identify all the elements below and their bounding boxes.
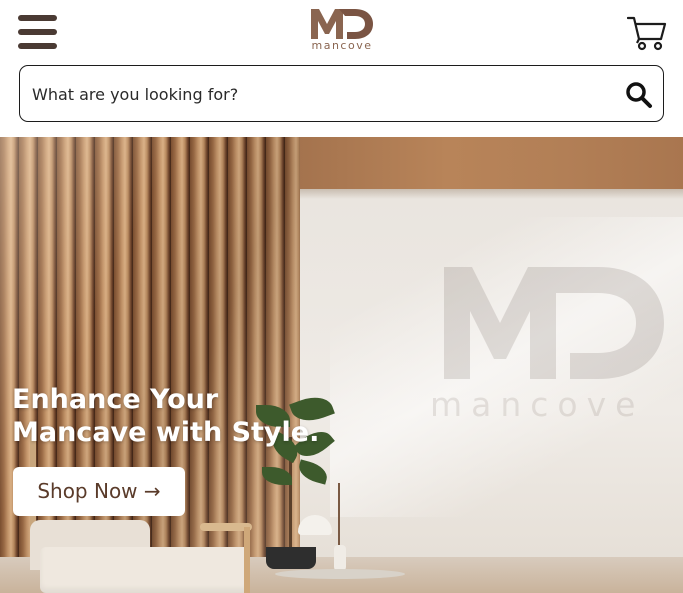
hero-wood-ceiling: [290, 137, 683, 189]
hero-title-line-1: Enhance Your: [12, 384, 219, 415]
brand-logo[interactable]: mancove: [303, 6, 381, 56]
vase-branches: [338, 483, 340, 545]
hero-title-line-2: Mancave with Style.: [12, 417, 320, 448]
logo-wordmark: mancove: [311, 39, 373, 52]
table-lamp: [298, 515, 332, 535]
search-input[interactable]: [32, 80, 592, 108]
vase: [334, 545, 346, 571]
site-header: mancove: [0, 0, 683, 60]
shop-now-button[interactable]: Shop Now →: [13, 467, 185, 516]
search-icon[interactable]: [625, 81, 653, 109]
hero-title: Enhance Your Mancave with Style.: [12, 383, 372, 449]
logo-monogram: [311, 9, 373, 39]
hero-watermark-wordmark: mancove: [430, 385, 645, 424]
search-bar: [19, 65, 664, 122]
side-table: [275, 569, 405, 579]
shopping-cart-icon[interactable]: [626, 15, 667, 51]
hero-banner: mancove Enhance Your Mancave with Style.…: [0, 137, 683, 593]
hamburger-menu-icon[interactable]: [18, 15, 57, 49]
